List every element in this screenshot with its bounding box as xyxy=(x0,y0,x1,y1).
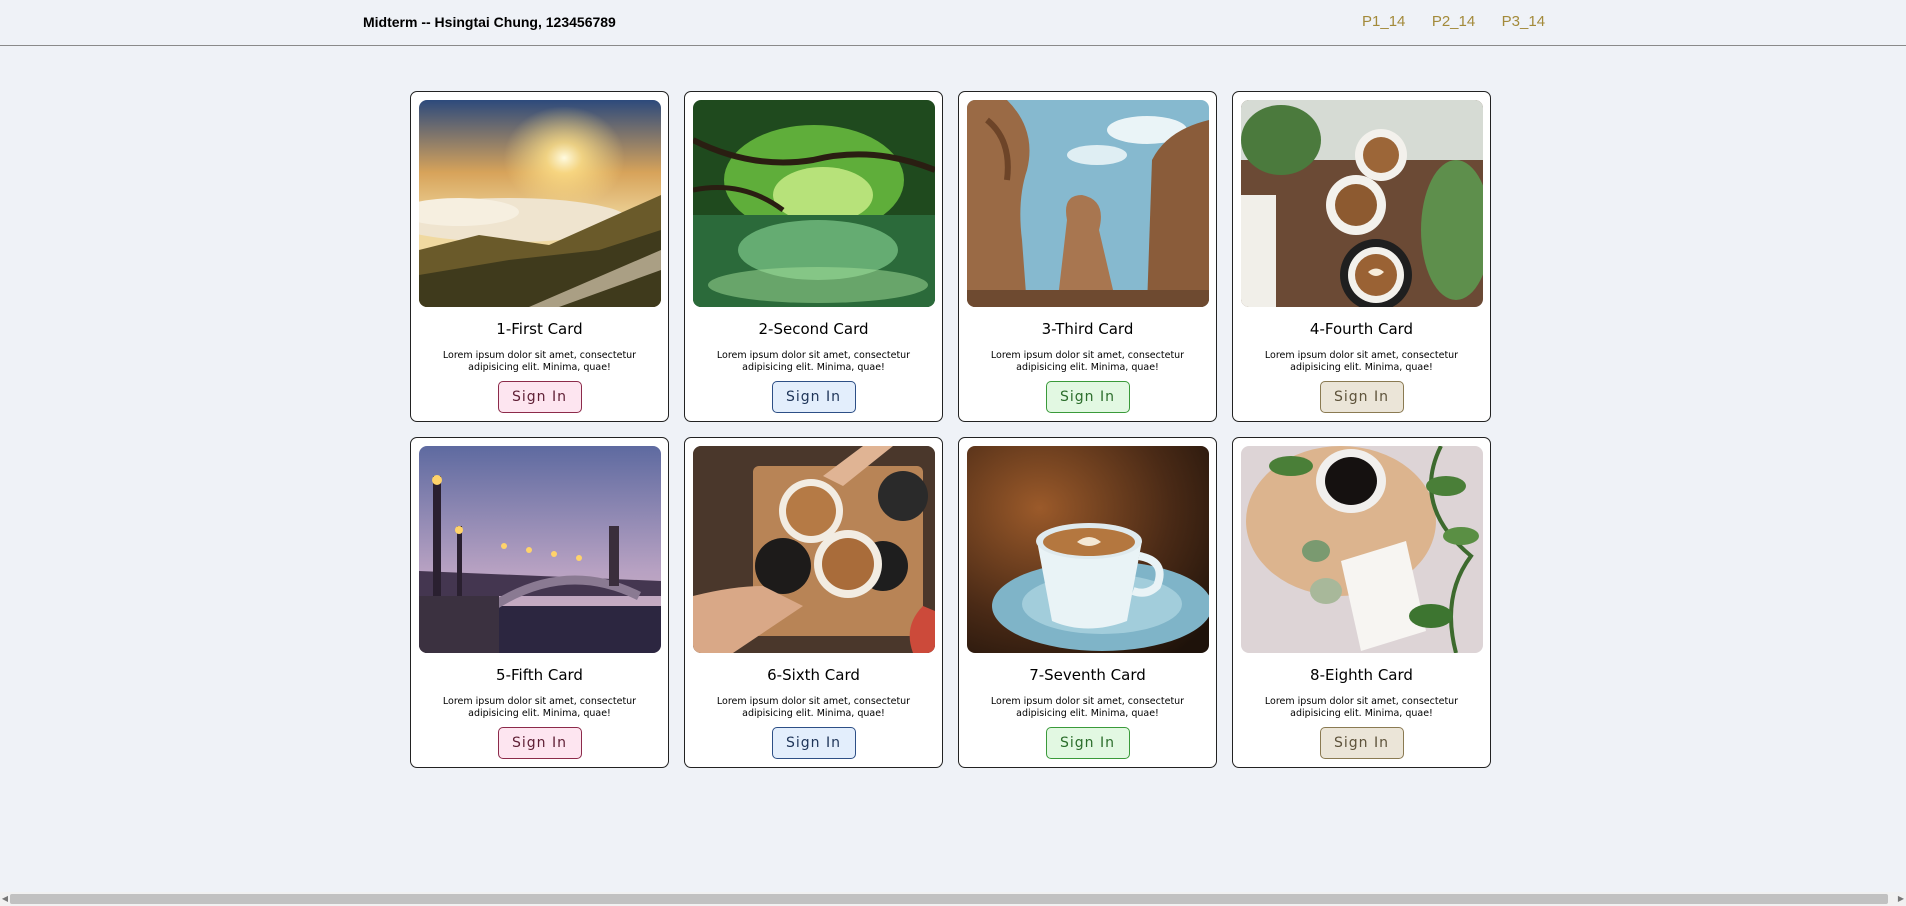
card-title: 3-Third Card xyxy=(1041,320,1134,338)
card-image-bridge-dusk xyxy=(419,446,661,653)
card-text: Lorem ipsum dolor sit amet, consectetur … xyxy=(990,696,1185,719)
sign-in-button-8[interactable]: Sign In xyxy=(1319,727,1404,759)
card-title: 6-Sixth Card xyxy=(767,666,860,684)
nav-links: P1_14 P2_14 P3_14 xyxy=(1362,13,1567,31)
card-text: Lorem ipsum dolor sit amet, consectetur … xyxy=(442,350,637,373)
sign-in-button-3[interactable]: Sign In xyxy=(1045,381,1130,413)
card-title: 7-Seventh Card xyxy=(1029,666,1146,684)
card-image-sunrise-mountains xyxy=(419,100,661,307)
card-text: Lorem ipsum dolor sit amet, consectetur … xyxy=(990,350,1185,373)
nav-link-p2[interactable]: P2_14 xyxy=(1432,13,1475,30)
card-title: 4-Fourth Card xyxy=(1309,320,1414,338)
card-8: 8-Eighth Card Lorem ipsum dolor sit amet… xyxy=(1232,437,1491,768)
sign-in-button-1[interactable]: Sign In xyxy=(497,381,582,413)
card-3: 3-Third Card Lorem ipsum dolor sit amet,… xyxy=(958,91,1217,422)
navbar: Midterm -- Hsingtai Chung, 123456789 P1_… xyxy=(0,0,1906,46)
card-grid: 1-First Card Lorem ipsum dolor sit amet,… xyxy=(410,91,1491,768)
card-1: 1-First Card Lorem ipsum dolor sit amet,… xyxy=(410,91,669,422)
card-image-rock-formations xyxy=(967,100,1209,307)
card-title: 2-Second Card xyxy=(758,320,869,338)
scroll-left-icon[interactable]: ◀ xyxy=(0,892,10,906)
card-title: 1-First Card xyxy=(496,320,583,338)
card-text: Lorem ipsum dolor sit amet, consectetur … xyxy=(1264,350,1459,373)
card-text: Lorem ipsum dolor sit amet, consectetur … xyxy=(716,696,911,719)
sign-in-button-4[interactable]: Sign In xyxy=(1319,381,1404,413)
card-4: 4-Fourth Card Lorem ipsum dolor sit amet… xyxy=(1232,91,1491,422)
card-image-coffee-enjoy-note xyxy=(1241,446,1483,653)
card-text: Lorem ipsum dolor sit amet, consectetur … xyxy=(442,696,637,719)
card-text: Lorem ipsum dolor sit amet, consectetur … xyxy=(716,350,911,373)
card-image-cappuccino-blue-cup xyxy=(967,446,1209,653)
scroll-right-icon[interactable]: ▶ xyxy=(1896,892,1906,906)
sign-in-button-2[interactable]: Sign In xyxy=(771,381,856,413)
brand-title: Midterm -- Hsingtai Chung, 123456789 xyxy=(363,14,616,30)
card-5: 5-Fifth Card Lorem ipsum dolor sit amet,… xyxy=(410,437,669,768)
nav-link-p1[interactable]: P1_14 xyxy=(1362,13,1405,30)
card-2: 2-Second Card Lorem ipsum dolor sit amet… xyxy=(684,91,943,422)
card-6: 6-Sixth Card Lorem ipsum dolor sit amet,… xyxy=(684,437,943,768)
scrollbar-thumb[interactable] xyxy=(10,894,1888,904)
card-image-latte-cups-plants xyxy=(1241,100,1483,307)
card-title: 5-Fifth Card xyxy=(496,666,583,684)
sign-in-button-5[interactable]: Sign In xyxy=(497,727,582,759)
card-image-tree-tunnel-river xyxy=(693,100,935,307)
card-7: 7-Seventh Card Lorem ipsum dolor sit ame… xyxy=(958,437,1217,768)
card-image-coffee-cheers xyxy=(693,446,935,653)
nav-link-p3[interactable]: P3_14 xyxy=(1502,13,1545,30)
sign-in-button-6[interactable]: Sign In xyxy=(771,727,856,759)
sign-in-button-7[interactable]: Sign In xyxy=(1045,727,1130,759)
card-text: Lorem ipsum dolor sit amet, consectetur … xyxy=(1264,696,1459,719)
card-title: 8-Eighth Card xyxy=(1310,666,1413,684)
horizontal-scrollbar[interactable]: ◀ ▶ xyxy=(0,892,1906,906)
